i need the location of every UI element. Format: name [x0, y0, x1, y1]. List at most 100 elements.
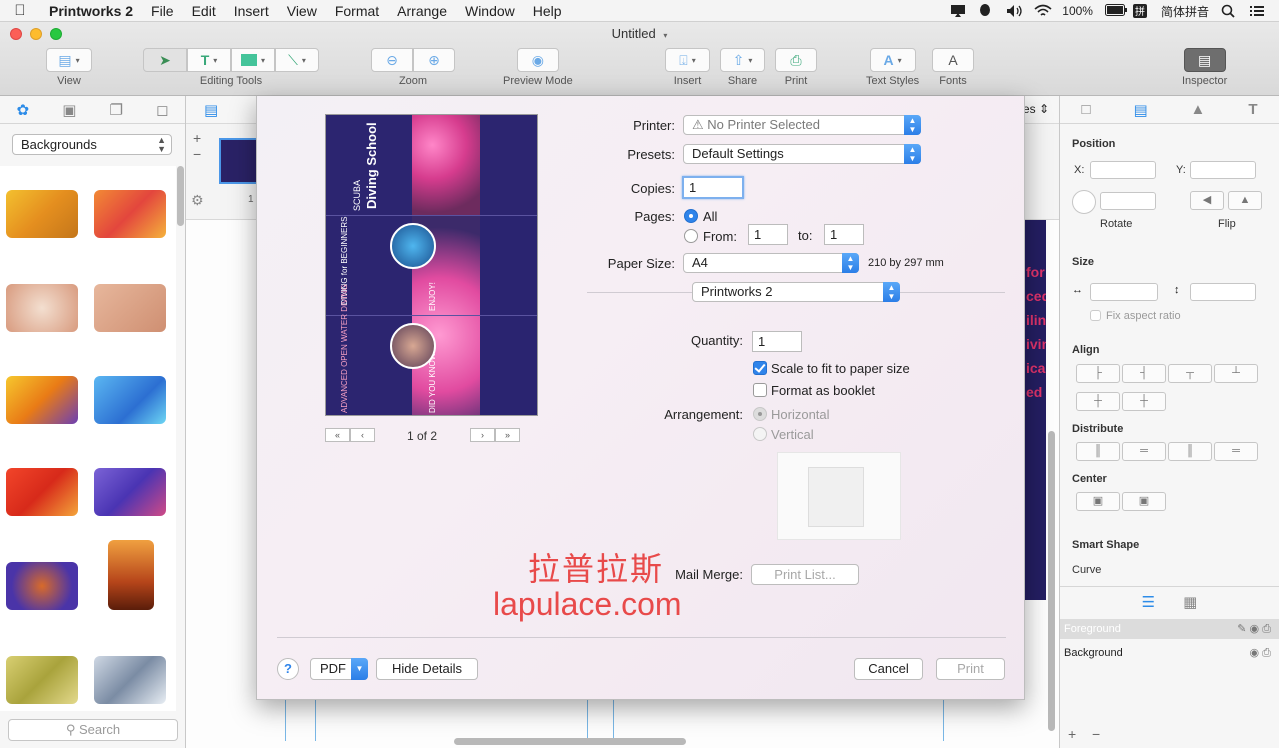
- rotate-knob[interactable]: [1072, 190, 1096, 214]
- sticker-icon[interactable]: ◻: [156, 101, 168, 119]
- inspector-button[interactable]: ▤: [1183, 48, 1226, 72]
- print-section-select[interactable]: Printworks 2 ▲ ▼: [692, 282, 900, 302]
- layers-icon[interactable]: ☰: [1142, 593, 1155, 611]
- hide-details-button[interactable]: Hide Details: [376, 658, 478, 680]
- cancel-button[interactable]: Cancel: [854, 658, 923, 680]
- zoom-out-button[interactable]: ⊖: [371, 48, 413, 72]
- rotate-field[interactable]: [1100, 192, 1156, 210]
- library-scrollbar[interactable]: [177, 166, 184, 226]
- zoom-in-button[interactable]: ⊕: [413, 48, 455, 72]
- align-center-button[interactable]: ┤: [1122, 364, 1166, 383]
- pages-to-input[interactable]: 1: [824, 224, 864, 245]
- layer-visibility-icons[interactable]: ◉ ⎙: [1250, 643, 1271, 663]
- add-page-icon[interactable]: +: [193, 130, 201, 146]
- canvas-horizontal-scrollbar[interactable]: [454, 738, 686, 745]
- arrange-icon[interactable]: ▲: [1191, 101, 1206, 118]
- layer-row-foreground[interactable]: Foreground ✎ ◉ ⎙: [1060, 619, 1279, 639]
- y-position-field[interactable]: [1190, 161, 1256, 179]
- menu-format[interactable]: Format: [326, 0, 388, 22]
- print-button[interactable]: Print: [936, 658, 1005, 680]
- flip-vertical-button[interactable]: ▲: [1228, 191, 1262, 210]
- airplay-icon[interactable]: [950, 4, 966, 18]
- background-thumbnail[interactable]: [6, 468, 78, 516]
- print-toolbar-button[interactable]: ⎙: [775, 48, 817, 72]
- x-position-field[interactable]: [1090, 161, 1156, 179]
- help-button[interactable]: ?: [277, 658, 299, 680]
- notification-center-icon[interactable]: [1249, 4, 1265, 18]
- ruler-icon[interactable]: ▤: [1133, 101, 1147, 119]
- window-title[interactable]: Untitled ▾: [0, 26, 1279, 41]
- share-button[interactable]: ⇧ ▾: [720, 48, 765, 72]
- pages-icon[interactable]: ❐: [109, 101, 122, 119]
- fix-aspect-checkbox[interactable]: [1090, 310, 1101, 321]
- align-left-button[interactable]: ├: [1076, 364, 1120, 383]
- background-thumbnail[interactable]: [94, 468, 166, 516]
- apple-icon[interactable]: : [0, 2, 40, 19]
- copies-input[interactable]: 1: [682, 176, 744, 199]
- layer-visibility-icons[interactable]: ✎ ◉ ⎙: [1237, 619, 1271, 639]
- background-thumbnail[interactable]: [6, 376, 78, 424]
- flower-shapes-icon[interactable]: ✿: [17, 101, 30, 119]
- pages-range-radio[interactable]: [684, 229, 698, 243]
- menu-view[interactable]: View: [278, 0, 326, 22]
- background-thumbnail[interactable]: [6, 562, 78, 610]
- page-settings-gear-icon[interactable]: ⚙: [191, 192, 204, 209]
- wifi-icon[interactable]: [1034, 4, 1052, 18]
- menu-file[interactable]: File: [142, 0, 183, 22]
- quantity-input[interactable]: 1: [752, 331, 802, 352]
- fonts-button[interactable]: A: [932, 48, 974, 72]
- presets-select[interactable]: Default Settings ▲ ▼: [683, 144, 921, 164]
- flip-horizontal-button[interactable]: ◀: [1190, 191, 1224, 210]
- background-thumbnail[interactable]: [6, 190, 78, 238]
- battery-icon[interactable]: [1104, 4, 1127, 18]
- background-thumbnail[interactable]: [94, 284, 166, 332]
- text-icon[interactable]: T: [1248, 101, 1257, 118]
- print-list-button[interactable]: Print List...: [751, 564, 859, 585]
- view-options-select[interactable]: es ⇕: [1023, 102, 1049, 116]
- shape-tool-button[interactable]: ▾: [231, 48, 275, 72]
- text-styles-button[interactable]: A ▾: [869, 48, 916, 72]
- text-tool-button[interactable]: T ▾: [187, 48, 231, 72]
- menu-insert[interactable]: Insert: [225, 0, 278, 22]
- scale-to-fit-checkbox[interactable]: [753, 361, 767, 375]
- printer-select[interactable]: ⚠ No Printer Selected ▲ ▼: [683, 115, 921, 135]
- background-thumbnail[interactable]: [6, 656, 78, 704]
- last-page-button[interactable]: »: [495, 428, 520, 442]
- document-icon[interactable]: □: [1081, 101, 1090, 118]
- volume-icon[interactable]: [1006, 4, 1022, 18]
- align-right-button[interactable]: ┼: [1122, 392, 1166, 411]
- page-view-icon[interactable]: ▤: [204, 101, 218, 119]
- grid-icon[interactable]: ▦: [1183, 593, 1197, 611]
- library-category-select[interactable]: Backgrounds ▲ ▼: [12, 134, 172, 155]
- first-page-button[interactable]: «: [325, 428, 350, 442]
- preview-mode-button[interactable]: ◉: [516, 48, 559, 72]
- layer-row-background[interactable]: Background ◉ ⎙: [1060, 643, 1279, 663]
- distribute-centers-v-button[interactable]: ═: [1214, 442, 1258, 461]
- canvas-vertical-scrollbar[interactable]: [1048, 431, 1055, 731]
- remove-layer-icon[interactable]: −: [1092, 726, 1100, 742]
- menu-window[interactable]: Window: [456, 0, 524, 22]
- distribute-v-button[interactable]: ═: [1122, 442, 1166, 461]
- center-horizontal-button[interactable]: ▣: [1076, 492, 1120, 511]
- background-thumbnail[interactable]: [108, 540, 154, 610]
- background-thumbnail[interactable]: [94, 190, 166, 238]
- width-field[interactable]: [1090, 283, 1158, 301]
- align-top-button[interactable]: ┬: [1168, 364, 1212, 383]
- view-button[interactable]: ▤ ▾: [46, 48, 92, 72]
- pages-all-radio[interactable]: [684, 209, 698, 223]
- align-bottom-button[interactable]: ┴: [1214, 364, 1258, 383]
- menu-app-name[interactable]: Printworks 2: [40, 0, 142, 22]
- menu-edit[interactable]: Edit: [183, 0, 225, 22]
- distribute-centers-h-button[interactable]: ║: [1168, 442, 1212, 461]
- align-middle-button[interactable]: ┼: [1076, 392, 1120, 411]
- distribute-h-button[interactable]: ║: [1076, 442, 1120, 461]
- center-vertical-button[interactable]: ▣: [1122, 492, 1166, 511]
- pdf-menu-button[interactable]: PDF ▼: [310, 658, 368, 680]
- remove-page-icon[interactable]: −: [193, 146, 201, 162]
- background-thumbnail[interactable]: [6, 284, 78, 332]
- library-search-input[interactable]: ⚲ Search: [8, 719, 178, 741]
- menu-help[interactable]: Help: [524, 0, 571, 22]
- add-layer-icon[interactable]: +: [1068, 726, 1076, 742]
- paper-size-select[interactable]: A4 ▲ ▼: [683, 253, 859, 273]
- menu-arrange[interactable]: Arrange: [388, 0, 456, 22]
